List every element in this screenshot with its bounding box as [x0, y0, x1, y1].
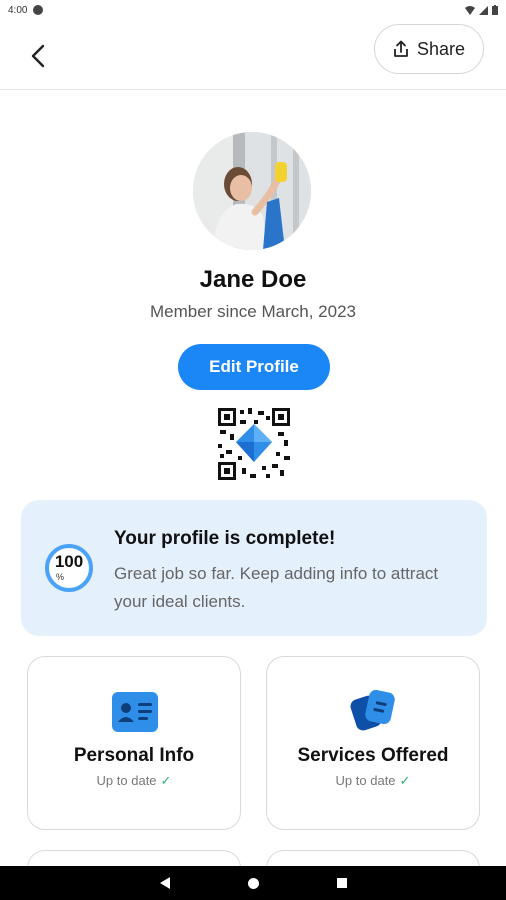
status-bar: 4:00	[0, 0, 506, 20]
tile-title: Services Offered	[297, 745, 449, 766]
profile-name: Jane Doe	[199, 266, 307, 293]
nav-recents-icon[interactable]	[336, 878, 347, 888]
tile-status: Up to date ✓	[267, 773, 479, 789]
profile-photo	[193, 132, 311, 250]
complete-title: Your profile is complete!	[114, 528, 336, 549]
chevron-left-icon	[31, 44, 45, 68]
tile-services-offered[interactable]: Services Offered Up to date ✓	[266, 656, 480, 830]
nav-home-icon[interactable]	[247, 877, 259, 889]
battery-icon	[492, 5, 498, 15]
share-upload-icon	[394, 40, 408, 57]
profile-complete-card: 100 % Your profile is complete! Great jo…	[21, 500, 487, 636]
avatar	[193, 132, 311, 250]
tile-title: Personal Info	[73, 745, 195, 766]
edit-profile-button[interactable]: Edit Profile	[178, 344, 330, 390]
status-time: 4:00	[8, 4, 28, 16]
check-icon: ✓	[399, 773, 411, 788]
system-nav-bar	[0, 866, 506, 900]
share-label: Share	[416, 38, 466, 59]
app-bar: Share	[0, 20, 506, 90]
circle-status-icon	[33, 5, 44, 15]
tile-status-text: Up to date	[335, 773, 396, 788]
complete-description: Great job so far. Keep adding info to at…	[114, 564, 439, 611]
tile-personal-info[interactable]: Personal Info Up to date ✓	[27, 656, 241, 830]
signal-icon	[479, 5, 488, 15]
documents-icon	[350, 689, 395, 731]
back-button[interactable]	[18, 36, 58, 76]
member-since: Member since March, 2023	[150, 302, 356, 321]
check-icon: ✓	[160, 773, 172, 788]
qr-code-icon[interactable]	[218, 408, 290, 480]
wifi-icon	[465, 5, 475, 15]
status-left: 4:00	[8, 4, 44, 16]
progress-unit: %	[56, 572, 65, 582]
tile-status-text: Up to date	[96, 773, 157, 788]
id-card-icon	[112, 692, 158, 732]
status-right	[465, 5, 498, 15]
share-button[interactable]: Share	[374, 24, 484, 74]
progress-value: 100	[54, 552, 84, 571]
tile-status: Up to date ✓	[28, 773, 240, 789]
nav-back-icon[interactable]	[159, 877, 170, 889]
